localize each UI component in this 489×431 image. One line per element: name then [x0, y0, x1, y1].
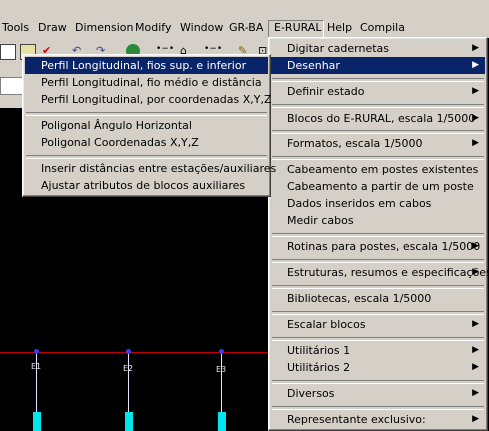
station-label: E2 — [123, 364, 134, 373]
menu-item-poligonal-angulo[interactable]: Poligonal Ângulo Horizontal — [25, 117, 268, 134]
submenu-arrow-icon: ▶ — [472, 241, 479, 251]
menu-item-estruturas[interactable]: Estruturas, resumos e especificações ▶ — [271, 264, 489, 281]
submenu-arrow-icon: ▶ — [472, 388, 479, 398]
menu-e-rural[interactable]: E-RURAL — [268, 20, 324, 38]
menu-item-poligonal-coordenadas[interactable]: Poligonal Coordenadas X,Y,Z — [25, 134, 268, 151]
submenu-arrow-icon: ▶ — [472, 86, 479, 96]
menu-item-cabeamento-poste[interactable]: Cabeamento a partir de um poste — [271, 178, 485, 195]
e-rural-menu: Digitar cadernetas ▶ Desenhar ▶ Definir es… — [268, 37, 489, 431]
menu-item-dados-cabos[interactable]: Dados inseridos em cabos — [271, 195, 485, 212]
menu-item-perfil-coordenadas[interactable]: Perfil Longitudinal, por coordenadas X,Y… — [25, 91, 272, 108]
separator — [272, 311, 484, 315]
menu-item-utilitarios-2[interactable]: Utilitários 2 ▶ — [271, 359, 485, 376]
submenu-arrow-icon: ▶ — [472, 113, 479, 123]
menu-item-escalar-blocos[interactable]: Escalar blocos ▶ — [271, 316, 485, 333]
separator — [272, 233, 484, 237]
cable-marker — [125, 412, 133, 431]
separator — [272, 337, 484, 341]
separator — [272, 380, 484, 384]
station-marker — [34, 349, 39, 354]
new-file-icon[interactable] — [0, 44, 16, 60]
profile-line — [0, 352, 270, 353]
menu-item-formatos[interactable]: Formatos, escala 1/5000 ▶ — [271, 135, 485, 152]
desenhar-submenu: Perfil Longitudinal, fios sup. e inferio… — [22, 54, 276, 197]
menu-item-definir-estado[interactable]: Definir estado ▶ — [271, 83, 485, 100]
submenu-arrow-icon: ▶ — [472, 60, 479, 70]
menu-item-diversos[interactable]: Diversos ▶ — [271, 385, 485, 402]
separator — [26, 155, 267, 159]
menu-item-rotinas-postes[interactable]: Rotinas para postes, escala 1/5000 ▶ — [271, 238, 485, 255]
menu-item-representante[interactable]: Representante exclusivo: ▶ — [271, 411, 485, 428]
cable-marker — [218, 412, 226, 431]
menu-item-blocos[interactable]: Blocos do E-RURAL, escala 1/5000 ▶ — [271, 110, 485, 127]
submenu-arrow-icon: ▶ — [472, 414, 479, 424]
separator — [272, 78, 484, 82]
menu-item-perfil-fio-medio[interactable]: Perfil Longitudinal, fio médio e distânc… — [25, 74, 268, 91]
submenu-arrow-icon: ▶ — [472, 319, 479, 329]
submenu-arrow-icon: ▶ — [472, 345, 479, 355]
station-label: E1 — [31, 362, 42, 371]
submenu-arrow-icon: ▶ — [472, 43, 479, 53]
menu-bar: Tools Draw Dimension Modify Window GR-BA… — [0, 0, 489, 38]
menu-item-medir-cabos[interactable]: Medir cabos — [271, 212, 485, 229]
separator — [272, 156, 484, 160]
station-marker — [126, 349, 131, 354]
cable-marker — [33, 412, 41, 431]
menu-item-ajustar-atributos[interactable]: Ajustar atributos de blocos auxiliares — [25, 177, 268, 194]
separator — [26, 112, 267, 116]
station-label: E3 — [216, 365, 227, 374]
menu-item-utilitarios-1[interactable]: Utilitários 1 ▶ — [271, 342, 485, 359]
separator — [272, 104, 484, 108]
separator — [272, 259, 484, 263]
separator — [272, 406, 484, 410]
submenu-arrow-icon: ▶ — [472, 138, 479, 148]
submenu-arrow-icon: ▶ — [472, 362, 479, 372]
menu-item-digitar-cadernetas[interactable]: Digitar cadernetas ▶ — [271, 40, 485, 57]
submenu-arrow-icon: ▶ — [472, 267, 479, 277]
menu-item-cabeamento-existentes[interactable]: Cabeamento em postes existentes — [271, 161, 485, 178]
menu-item-inserir-distancias[interactable]: Inserir distâncias entre estações/auxili… — [25, 160, 276, 177]
menu-item-bibliotecas[interactable]: Bibliotecas, escala 1/5000 — [271, 290, 485, 307]
station-marker — [219, 349, 224, 354]
menu-item-perfil-fios[interactable]: Perfil Longitudinal, fios sup. e inferio… — [25, 57, 268, 74]
separator — [272, 285, 484, 289]
separator — [272, 130, 484, 134]
menu-item-desenhar[interactable]: Desenhar ▶ — [271, 57, 485, 74]
